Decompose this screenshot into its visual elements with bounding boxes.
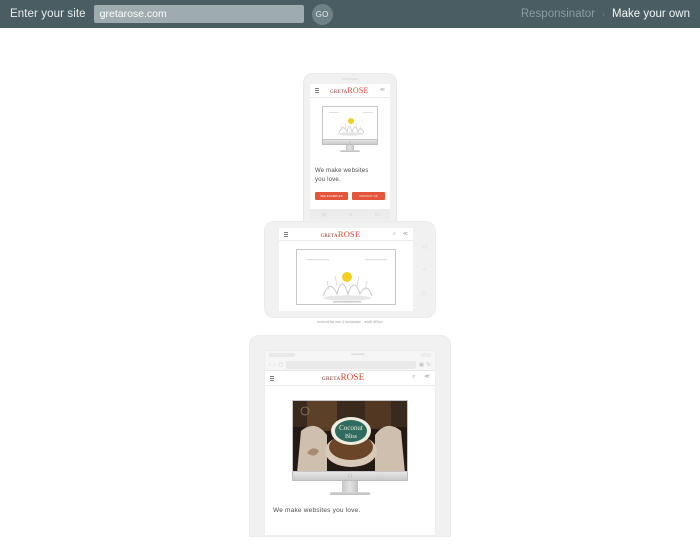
go-button[interactable]: GO xyxy=(311,3,333,25)
back-icon[interactable]: ‹ xyxy=(269,362,271,368)
site-nav-icons: ⌕ ≪ xyxy=(393,231,408,237)
hero-illustration-phone:  xyxy=(316,106,384,158)
site-headline-laptop: We make websites you love. xyxy=(273,507,361,514)
imac-neck xyxy=(342,481,358,492)
site-url-input[interactable] xyxy=(93,5,304,23)
forward-icon[interactable]: › xyxy=(274,362,276,368)
share-icon[interactable]: ≪ xyxy=(403,231,408,237)
phone-frame: GRETA ROSE ≪ We make websites you love. … xyxy=(304,74,396,246)
nav-link-make-your-own[interactable]: Make your own xyxy=(612,8,690,20)
imac-screen xyxy=(322,106,378,140)
coconut-bliss-photo: Coconut Bliss xyxy=(293,401,407,471)
app-header: Enter your site GO Responsinator › Make … xyxy=(0,0,700,28)
search-icon[interactable]: ⌕ xyxy=(412,375,415,381)
header-nav: Responsinator › Make your own xyxy=(521,0,690,28)
logo-primary-text: GRETA xyxy=(330,89,348,95)
headline-line-1: We make websites xyxy=(315,168,369,174)
browser-window[interactable]: Greta Rose ‹ › ▢ ▣ ↻ GRETA ROSE ⌕ ≪ Coco… xyxy=(264,350,436,536)
device-preview-laptop: Greta Rose ‹ › ▢ ▣ ↻ GRETA ROSE ⌕ ≪ Coco… xyxy=(0,336,700,536)
site-nav-icons: ⌕ ≪ xyxy=(412,375,430,381)
hamburger-icon[interactable] xyxy=(315,87,319,94)
splash-graphic-icon xyxy=(323,107,377,139)
refresh-icon[interactable]: ↻ xyxy=(427,362,431,368)
logo-accent-text: ROSE xyxy=(337,228,361,239)
bookmark-icon[interactable]: ▢ xyxy=(278,362,283,368)
site-logo[interactable]: GRETA ROSE xyxy=(330,85,369,95)
nav-link-responsinator[interactable]: Responsinator xyxy=(521,8,595,20)
logo-primary-text: GRETA xyxy=(321,376,341,383)
browser-url-bar[interactable] xyxy=(286,360,417,369)
tablet-screen[interactable]: GRETA ROSE ⌕ ≪ xyxy=(279,228,413,311)
android-nav-bar-tablet: ◁ ○ □ xyxy=(417,234,431,306)
nav-separator-icon: › xyxy=(602,9,606,19)
browser-toolbar: ‹ › ▢ ▣ ↻ xyxy=(265,358,435,371)
nav-back-icon[interactable]: ◁ xyxy=(422,243,427,250)
site-logo[interactable]: GRETA ROSE xyxy=(320,228,361,239)
nav-back-icon[interactable]: ◁ xyxy=(322,212,326,218)
android-nav-bar-phone: ◁ ○ □ xyxy=(310,209,390,220)
svg-text:Bliss: Bliss xyxy=(345,434,358,440)
imac-chin:  xyxy=(292,472,408,481)
site-nav-bar-phone: GRETA ROSE ≪ xyxy=(310,84,390,98)
nav-home-icon[interactable]: ○ xyxy=(349,212,352,218)
nav-home-icon[interactable]: ○ xyxy=(422,267,426,273)
nav-recent-icon[interactable]: □ xyxy=(375,212,378,218)
site-nav-bar-laptop: GRETA ROSE ⌕ ≪ xyxy=(265,371,435,386)
imac-screen xyxy=(296,249,396,305)
phone-screen[interactable]: GRETA ROSE ≪ We make websites you love. … xyxy=(310,84,390,220)
logo-accent-text: ROSE xyxy=(340,372,365,383)
reader-icon[interactable]: ▣ xyxy=(419,362,424,368)
site-logo[interactable]: GRETA ROSE xyxy=(322,373,365,383)
browser-window-controls[interactable] xyxy=(421,352,431,357)
cta-contact-us[interactable]: CONTACT US xyxy=(352,192,385,200)
share-icon[interactable]: ≪ xyxy=(380,88,385,93)
svg-text:Coconut: Coconut xyxy=(339,424,363,432)
cta-see-examples[interactable]: SEE EXAMPLES xyxy=(315,192,348,200)
imac-illustration:  xyxy=(316,106,384,152)
headline-line-2: you love. xyxy=(315,177,341,183)
hamburger-icon[interactable] xyxy=(284,231,288,238)
site-nav-bar-tablet: GRETA ROSE ⌕ ≪ xyxy=(279,228,413,241)
cta-row-phone: SEE EXAMPLES CONTACT US xyxy=(310,192,390,200)
share-icon[interactable]: ≪ xyxy=(424,375,430,381)
device-preview-stage: GRETA ROSE ≪ We make websites you love. … xyxy=(0,28,700,559)
device-preview-tablet: GRETA ROSE ⌕ ≪ ◁ ○ □ android/htc one 4 l… xyxy=(0,222,700,324)
hero-illustration-tablet xyxy=(293,249,399,309)
hamburger-icon[interactable] xyxy=(270,375,274,382)
nav-recent-icon[interactable]: □ xyxy=(422,291,426,297)
phone-speaker xyxy=(342,78,358,80)
tablet-frame: GRETA ROSE ⌕ ≪ ◁ ○ □ xyxy=(265,222,435,317)
imac-foot xyxy=(330,492,370,495)
hero-illustration-laptop: Coconut Bliss  xyxy=(265,386,435,495)
splash-graphic-icon xyxy=(297,250,395,304)
logo-accent-text: ROSE xyxy=(347,85,369,95)
imac-illustration xyxy=(293,249,399,305)
device-caption-tablet: android/htc one 4 landscape - width 800p… xyxy=(316,320,384,324)
imac-foot xyxy=(340,150,360,152)
imac-screen: Coconut Bliss xyxy=(292,400,408,472)
laptop-frame: Greta Rose ‹ › ▢ ▣ ↻ GRETA ROSE ⌕ ≪ Coco… xyxy=(250,336,450,536)
logo-primary-text: GRETA xyxy=(320,233,338,239)
browser-chrome: Greta Rose ‹ › ▢ ▣ ↻ xyxy=(265,351,435,371)
site-headline-phone: We make websites you love. xyxy=(310,167,390,185)
browser-tab-title: Greta Rose xyxy=(351,353,365,356)
browser-tab-row: Greta Rose xyxy=(265,351,435,358)
enter-site-label: Enter your site xyxy=(10,8,86,20)
search-icon[interactable]: ⌕ xyxy=(393,231,396,237)
browser-tab[interactable] xyxy=(269,352,295,357)
imac-illustration: Coconut Bliss  xyxy=(279,400,421,495)
